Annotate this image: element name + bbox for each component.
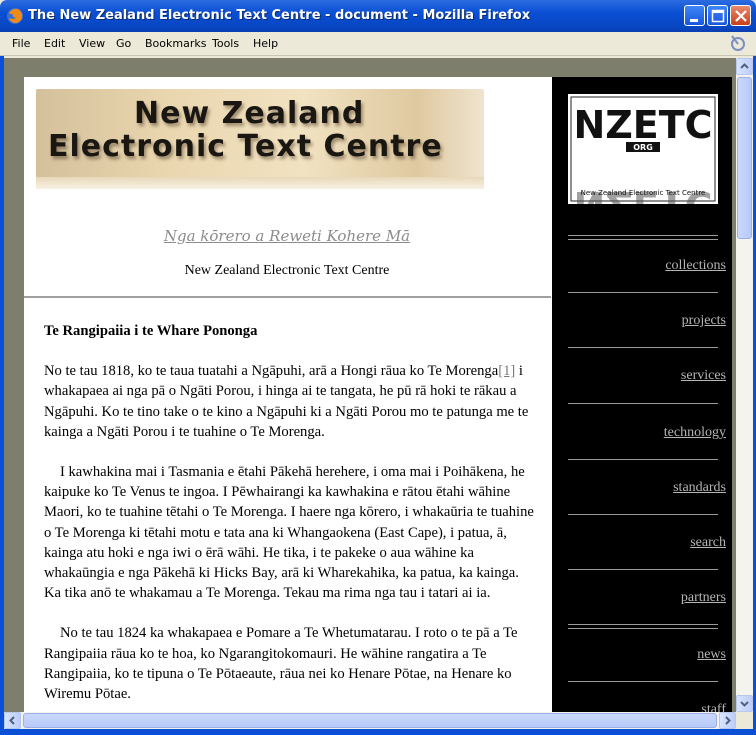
vertical-scroll-thumb[interactable]	[737, 77, 752, 239]
menu-bar: File Edit View Go Bookmarks Tools Help	[0, 32, 756, 56]
minimize-button[interactable]	[684, 5, 705, 26]
nav-search[interactable]: search	[690, 535, 726, 551]
horizontal-scrollbar[interactable]	[4, 712, 736, 729]
header-divider	[24, 296, 551, 298]
nav-rule	[568, 239, 718, 240]
sidebar: NZETC ORG NZETC New Zealand Electronic T…	[552, 77, 732, 712]
horizontal-scroll-thumb[interactable]	[23, 713, 717, 728]
scroll-down-icon	[740, 701, 749, 707]
nav-staff[interactable]: staff	[701, 702, 726, 712]
resize-grip[interactable]	[736, 712, 753, 729]
web-page: New Zealand Electronic Text Centre Nga k…	[24, 77, 732, 712]
scroll-right-button[interactable]	[719, 712, 736, 729]
nav-rule	[568, 347, 718, 348]
banner-line-1: New Zealand	[134, 96, 365, 131]
nav-news[interactable]: news	[697, 647, 726, 663]
menu-bookmarks[interactable]: Bookmarks	[145, 37, 206, 50]
nav-rule	[568, 681, 718, 682]
nav-rule	[568, 624, 718, 625]
banner-line-2: Electronic Text Centre	[48, 129, 443, 164]
nav-rule	[568, 569, 718, 570]
nav-rule	[568, 514, 718, 515]
collection-title-link[interactable]: Nga kōrero a Reweti Kohere Mā	[24, 227, 550, 245]
nav-rule	[568, 459, 718, 460]
menu-view[interactable]: View	[79, 37, 105, 50]
scroll-down-button[interactable]	[736, 695, 753, 712]
document-body: Te Rangipaiia i te Whare Pononga No te t…	[44, 321, 534, 712]
logo-caption: New Zealand Electronic Text Centre	[581, 189, 706, 197]
nav-rule	[568, 628, 718, 629]
close-button[interactable]	[730, 5, 751, 26]
maximize-icon	[711, 9, 725, 23]
nzetc-logo-graphic: NZETC ORG NZETC New Zealand Electronic T…	[570, 96, 716, 227]
nav-standards[interactable]: standards	[673, 480, 726, 496]
scroll-left-button[interactable]	[4, 712, 21, 729]
nav-collections[interactable]: collections	[665, 258, 726, 274]
scroll-up-icon	[740, 63, 749, 69]
nav-rule	[568, 403, 718, 404]
minimize-icon	[690, 19, 698, 22]
nav-rule	[568, 292, 718, 293]
nav-services[interactable]: services	[681, 368, 726, 384]
paragraph-2: I kawhakina mai i Tasmania e ētahi Pākeh…	[44, 464, 534, 602]
window-title: The New Zealand Electronic Text Centre -…	[28, 8, 531, 23]
browser-viewport: New Zealand Electronic Text Centre Nga k…	[4, 58, 736, 712]
close-icon	[735, 10, 747, 22]
menu-help[interactable]: Help	[253, 37, 278, 50]
paragraph-3: No te tau 1824 ka whakapaea e Pomare a T…	[44, 625, 518, 703]
scroll-right-icon	[725, 716, 731, 725]
logo-org-text: ORG	[633, 143, 653, 152]
nav-partners[interactable]: partners	[681, 590, 726, 606]
scroll-left-icon	[9, 716, 15, 725]
firefox-icon	[7, 8, 23, 24]
scroll-up-button[interactable]	[736, 58, 753, 75]
menu-file[interactable]: File	[12, 37, 30, 50]
throbber-icon	[731, 35, 745, 51]
window-titlebar[interactable]: The New Zealand Electronic Text Centre -…	[0, 0, 756, 32]
logo-top-text: NZETC	[573, 103, 712, 147]
document-heading: Te Rangipaiia i te Whare Pononga	[44, 323, 258, 339]
nzetc-logo[interactable]: NZETC ORG NZETC New Zealand Electronic T…	[568, 94, 718, 227]
paragraph-1: No te tau 1818, ko te taua tuatahi a Ngā…	[44, 361, 534, 442]
paragraph-1-text: No te tau 1818, ko te taua tuatahi a Ngā…	[44, 363, 499, 380]
menu-tools[interactable]: Tools	[212, 37, 239, 50]
nav-projects[interactable]: projects	[682, 313, 726, 329]
window-frame-bottom	[0, 729, 756, 735]
nav-technology[interactable]: technology	[664, 425, 726, 441]
nav-rule	[568, 235, 718, 236]
footnote-link[interactable]: [1]	[498, 363, 515, 379]
menu-edit[interactable]: Edit	[44, 37, 65, 50]
maximize-button[interactable]	[707, 5, 728, 26]
site-name: New Zealand Electronic Text Centre	[184, 263, 390, 278]
vertical-scrollbar[interactable]	[736, 58, 753, 712]
banner-text: New Zealand Electronic Text Centre	[48, 97, 443, 163]
menu-go[interactable]: Go	[116, 37, 131, 50]
site-banner: New Zealand Electronic Text Centre	[36, 89, 484, 189]
